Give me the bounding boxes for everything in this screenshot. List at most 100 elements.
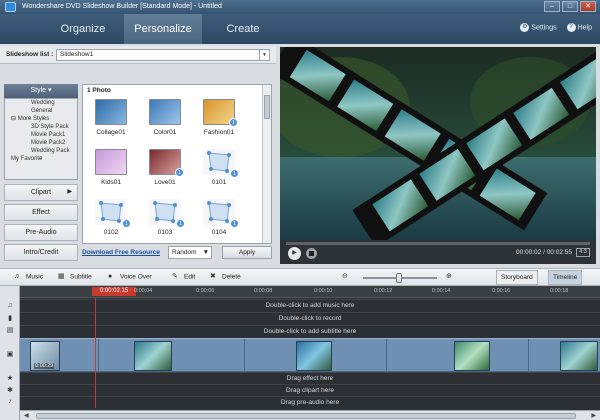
playhead-time[interactable]: 0:00:02.15 (92, 287, 136, 296)
thumbnail-label: Color01 (153, 129, 177, 136)
scroll-right-icon[interactable]: ▶ (591, 412, 596, 419)
zoom-slider-handle[interactable] (396, 273, 402, 283)
style-item-my-favorite[interactable]: My Favorite (5, 155, 77, 163)
photo-count-header: 1 Photo (87, 87, 111, 94)
maximize-button[interactable]: □ (562, 1, 578, 12)
random-select[interactable]: Random ▼ (168, 246, 212, 259)
video-clip[interactable]: 0:00:29 (30, 341, 60, 371)
storyboard-view-button[interactable]: Storyboard (496, 270, 538, 285)
music-track[interactable]: Double-click to add music here (20, 299, 600, 312)
slideshow-select[interactable]: Slideshow1 ▼ (56, 49, 270, 61)
photo-style-thumbnail[interactable]: Collage01 (89, 99, 133, 143)
slideshow-select-value: Slideshow1 (60, 51, 94, 58)
subtitle-track[interactable]: Double-click to add subtitle here (20, 325, 600, 338)
effect-button[interactable]: Effect (4, 204, 78, 221)
close-button[interactable]: ✕ (580, 1, 596, 12)
photo-style-thumbnail[interactable]: Kids01 (89, 149, 133, 193)
gear-icon: ⚙ (520, 23, 530, 32)
style-item-more-styles[interactable]: ⊟ More Styles (5, 115, 77, 123)
zoom-out-button[interactable]: ⊖ (342, 273, 354, 281)
timeline-toolbar: ♫ Music ▦ Subtitle ● Voice Over ✎ Edit ✖ Dele… (0, 268, 600, 286)
window-title: Wondershare DVD Slideshow Builder [Stand… (22, 3, 222, 10)
delete-button[interactable]: ✖ Delete (210, 273, 241, 281)
style-header-button[interactable]: Style ▾ (4, 84, 78, 98)
vertical-scrollbar[interactable] (262, 85, 271, 243)
edit-button[interactable]: ✎ Edit (172, 273, 195, 281)
settings-label: Settings (531, 24, 557, 32)
photo-style-thumbnail[interactable]: 1 Fashion01 (197, 99, 241, 143)
photo-style-thumbnail[interactable]: 1 0104 (197, 199, 241, 243)
zoom-in-button[interactable]: ⊕ (446, 273, 458, 281)
style-item-general[interactable]: General (5, 107, 77, 115)
pre-audio-button[interactable]: Pre-Audio (4, 224, 78, 241)
effect-track[interactable]: Drag effect here (20, 372, 600, 384)
help-button[interactable]: ? Help (566, 23, 592, 32)
timeline-scrollbar[interactable]: ◀ ▶ (20, 410, 600, 420)
download-free-resource-link[interactable]: Download Free Resource (82, 249, 160, 256)
minimize-button[interactable]: – (544, 1, 560, 12)
playback-progress[interactable] (286, 242, 590, 245)
pre-audio-track[interactable]: Drag pre-audio here (20, 396, 600, 409)
clipart-button[interactable]: Clipart ▶ (4, 184, 78, 201)
thumbnail-image (95, 99, 127, 125)
video-track[interactable]: 0:00:29 (20, 338, 600, 373)
scrollbar-thumb[interactable] (36, 413, 576, 419)
chevron-down-icon: ▼ (259, 50, 269, 60)
style-item-movie-pack2[interactable]: Movie Pack2 (5, 139, 77, 147)
style-header-label: Style (30, 87, 47, 94)
aspect-ratio-button[interactable]: 4:3 (576, 248, 590, 257)
photo-style-thumbnail[interactable]: 1 Love01 (143, 149, 187, 193)
timeline-view-button[interactable]: Timeline (548, 270, 583, 285)
subtitle-button[interactable]: ▦ Subtitle (58, 273, 92, 281)
style-item-wedding-pack[interactable]: Wedding Pack (5, 147, 77, 155)
tab-organize[interactable]: Organize (44, 14, 122, 44)
photo-style-thumbnail[interactable]: Color01 (143, 99, 187, 143)
thumbnail-image (95, 149, 127, 175)
thumbnail-label: 0103 (157, 229, 173, 236)
video-clip[interactable] (560, 341, 598, 371)
play-button[interactable]: ▶ (288, 247, 301, 260)
apply-button[interactable]: Apply (222, 246, 272, 259)
music-button[interactable]: ♫ Music (14, 273, 43, 281)
stop-button[interactable] (306, 248, 317, 259)
photo-count-badge: 1 (230, 169, 239, 178)
video-clip[interactable] (296, 341, 332, 371)
video-clip[interactable] (454, 341, 490, 371)
ruler-tick: 0:00:10 (314, 288, 333, 294)
clip-separator (386, 339, 387, 373)
thumbnail-image: 1 (203, 149, 239, 178)
intro-credit-button[interactable]: Intro/Credit (4, 244, 78, 261)
scroll-left-icon[interactable]: ◀ (24, 412, 29, 419)
zoom-out-icon: ⊖ (342, 273, 348, 280)
scrollbar-thumb[interactable] (264, 95, 270, 119)
thumbnail-label: 0101 (211, 179, 227, 186)
photo-count-badge: 1 (230, 219, 239, 228)
tab-personalize[interactable]: Personalize (124, 14, 202, 44)
thumbnail-label: Love01 (154, 179, 176, 186)
time-ruler[interactable]: 0:00:02.15 0:00:04 0:00:06 0:00:08 0:00:… (20, 286, 600, 298)
ruler-tick: 0:00:16 (492, 288, 511, 294)
style-item-wedding[interactable]: Wedding (5, 99, 77, 107)
delete-label: Delete (222, 273, 241, 281)
clip-duration: 0:00:29 (34, 363, 55, 369)
clipart-track[interactable]: Drag clipart here (20, 384, 600, 396)
record-track[interactable]: Double-click to record (20, 312, 600, 325)
photo-count-badge: 1 (176, 219, 185, 228)
settings-button[interactable]: ⚙ Settings (520, 23, 557, 32)
voice-over-button[interactable]: ● Voice Over (108, 273, 152, 281)
help-label: Help (577, 24, 592, 32)
style-item-3d-style-pack[interactable]: 3D Style Pack (5, 123, 77, 131)
video-clip[interactable] (134, 341, 172, 371)
record-track-hint: Double-click to record (278, 315, 342, 322)
photo-style-thumbnail[interactable]: 1 0102 (89, 199, 133, 243)
app-logo-icon (5, 2, 16, 12)
playhead-line[interactable] (95, 298, 96, 408)
photo-count-badge: 1 (175, 168, 184, 177)
random-select-value: Random (172, 249, 197, 256)
photo-count-badge: 1 (122, 219, 131, 228)
style-item-movie-pack1[interactable]: Movie Pack1 (5, 131, 77, 139)
photo-style-thumbnail[interactable]: 1 0101 (197, 149, 241, 193)
tab-create[interactable]: Create (204, 14, 282, 44)
style-list: Wedding General ⊟ More Styles 3D Style P… (4, 98, 78, 180)
photo-style-thumbnail[interactable]: 1 0103 (143, 199, 187, 243)
